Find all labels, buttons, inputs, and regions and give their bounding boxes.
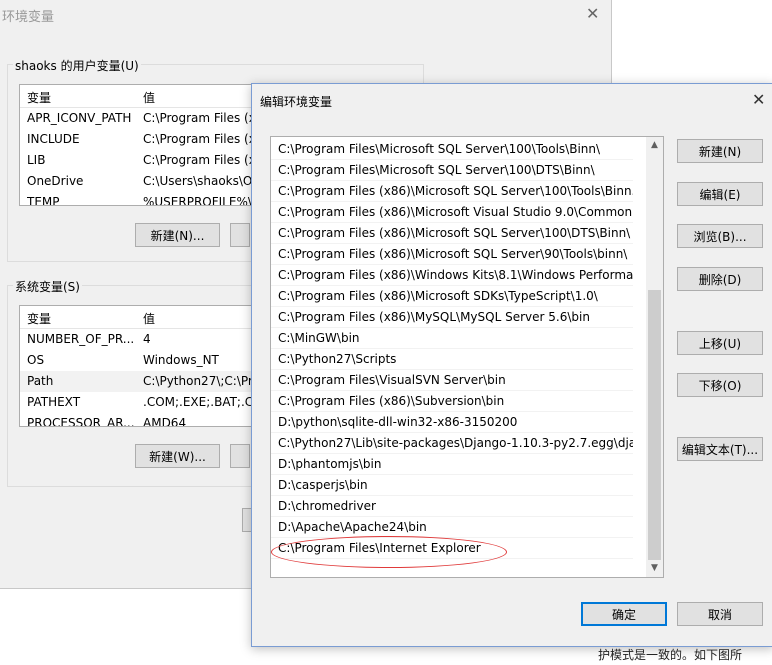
dialog-title: 编辑环境变量 — [260, 95, 333, 109]
path-item[interactable]: C:\Program Files\Microsoft SQL Server\10… — [271, 160, 633, 181]
col-variable[interactable]: 变量 — [27, 89, 51, 106]
col-value[interactable]: 值 — [143, 310, 155, 327]
user-new-button[interactable]: 新建(N)... — [135, 223, 220, 247]
path-item[interactable]: C:\Program Files (x86)\Windows Kits\8.1\… — [271, 265, 633, 286]
edit-text-button[interactable]: 编辑文本(T)... — [677, 437, 763, 461]
table-row[interactable]: INCLUDE C:\Program Files (x — [20, 129, 252, 150]
table-row[interactable]: APR_ICONV_PATH C:\Program Files (x — [20, 108, 252, 129]
browse-button[interactable]: 浏览(B)... — [677, 224, 763, 248]
close-icon[interactable]: ✕ — [752, 90, 765, 109]
table-row[interactable]: PROCESSOR_AR... AMD64 — [20, 413, 252, 426]
edit-button[interactable]: 编辑(E) — [677, 182, 763, 206]
table-row[interactable]: OneDrive C:\Users\shaoks\O — [20, 171, 252, 192]
sys-vars-list[interactable]: 变量 值 NUMBER_OF_PR... 4 OS Windows_NT Path C… — [19, 305, 253, 427]
page-text-fragment: 护模式是一致的。如下图所 — [598, 648, 743, 662]
user-vars-label: shaoks 的用户变量(U) — [13, 57, 141, 74]
path-item[interactable]: C:\Program Files (x86)\Microsoft SQL Ser… — [271, 223, 633, 244]
path-item[interactable]: C:\Program Files (x86)\Subversion\bin — [271, 391, 633, 412]
path-item[interactable]: C:\Program Files (x86)\Microsoft SQL Ser… — [271, 181, 633, 202]
edit-env-var-dialog: 编辑环境变量 ✕ C:\Program Files\Microsoft SQL … — [251, 83, 772, 647]
path-item[interactable]: C:\Python27\Lib\site-packages\Django-1.1… — [271, 433, 633, 454]
col-variable[interactable]: 变量 — [27, 310, 51, 327]
table-row[interactable]: PATHEXT .COM;.EXE;.BAT;.CM — [20, 392, 252, 413]
highlight-ellipse — [271, 536, 507, 568]
sys-vars-label: 系统变量(S) — [13, 278, 82, 295]
table-row[interactable]: Path C:\Python27\;C:\Pro — [20, 371, 252, 392]
vertical-scrollbar[interactable]: ▲ ▼ — [646, 137, 663, 577]
path-item[interactable]: C:\Program Files (x86)\Microsoft Visual … — [271, 202, 633, 223]
path-item[interactable]: C:\Program Files\Microsoft SQL Server\10… — [271, 139, 633, 160]
path-item[interactable]: C:\Program Files (x86)\Microsoft SQL Ser… — [271, 244, 633, 265]
table-row[interactable]: LIB C:\Program Files (x — [20, 150, 252, 171]
ok-button[interactable]: 确定 — [581, 602, 667, 626]
path-item[interactable]: C:\MinGW\bin — [271, 328, 633, 349]
move-up-button[interactable]: 上移(U) — [677, 331, 763, 355]
table-row[interactable]: OS Windows_NT — [20, 350, 252, 371]
path-item[interactable]: C:\Python27\Scripts — [271, 349, 633, 370]
table-row[interactable]: NUMBER_OF_PR... 4 — [20, 329, 252, 350]
scroll-up-icon[interactable]: ▲ — [646, 137, 663, 154]
col-value[interactable]: 值 — [143, 89, 155, 106]
path-items: C:\Program Files\Microsoft SQL Server\10… — [271, 137, 663, 559]
path-item[interactable]: D:\python\sqlite-dll-win32-x86-3150200 — [271, 412, 633, 433]
scroll-thumb[interactable] — [648, 290, 661, 560]
user-vars-list[interactable]: 变量 值 APR_ICONV_PATH C:\Program Files (x I… — [19, 84, 253, 206]
path-item[interactable]: D:\chromedriver — [271, 496, 633, 517]
path-item[interactable]: C:\Program Files (x86)\Microsoft SDKs\Ty… — [271, 286, 633, 307]
path-item[interactable]: C:\Program Files (x86)\MySQL\MySQL Serve… — [271, 307, 633, 328]
user-edit-button-partial[interactable] — [230, 223, 250, 247]
path-list[interactable]: C:\Program Files\Microsoft SQL Server\10… — [270, 136, 664, 578]
sys-new-button[interactable]: 新建(W)... — [135, 444, 220, 468]
list-header: 变量 值 — [20, 306, 252, 329]
move-down-button[interactable]: 下移(O) — [677, 373, 763, 397]
new-button[interactable]: 新建(N) — [677, 139, 763, 163]
path-item[interactable]: D:\Apache\Apache24\bin — [271, 517, 633, 538]
path-item[interactable]: D:\casperjs\bin — [271, 475, 633, 496]
table-row[interactable]: TEMP %USERPROFILE%\ — [20, 192, 252, 205]
cancel-button[interactable]: 取消 — [677, 602, 763, 626]
list-header: 变量 值 — [20, 85, 252, 108]
path-item[interactable]: D:\phantomjs\bin — [271, 454, 633, 475]
window-title: 环境变量 — [2, 10, 55, 25]
path-item[interactable]: C:\Program Files\VisualSVN Server\bin — [271, 370, 633, 391]
sys-edit-button-partial[interactable] — [230, 444, 250, 468]
scroll-down-icon[interactable]: ▼ — [646, 560, 663, 577]
close-icon[interactable]: ✕ — [586, 4, 599, 23]
delete-button[interactable]: 删除(D) — [677, 267, 763, 291]
